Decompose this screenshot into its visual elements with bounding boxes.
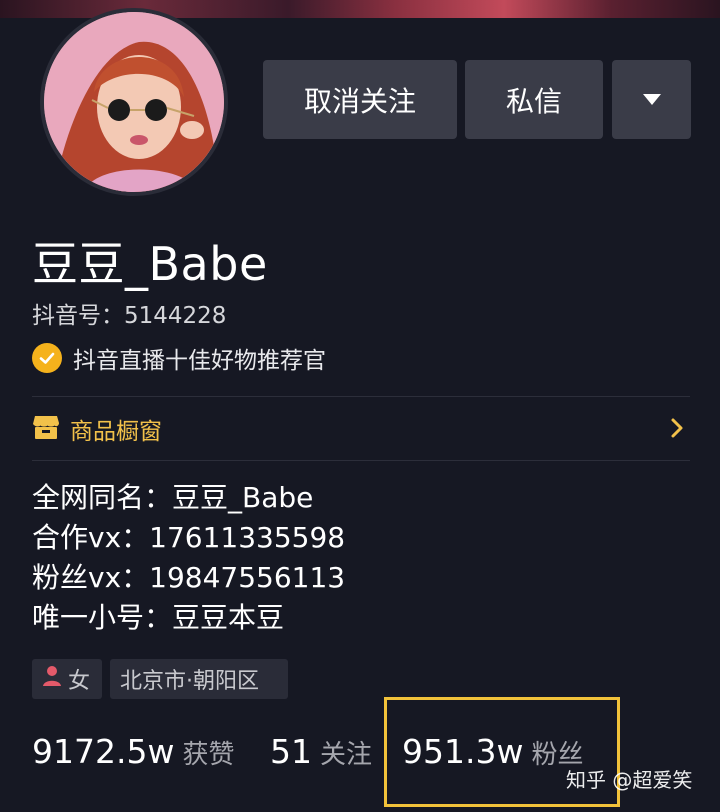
bio-line: 全网同名：豆豆_Babe bbox=[32, 481, 314, 514]
following-count: 51 bbox=[270, 732, 312, 771]
more-options-button[interactable] bbox=[612, 60, 691, 139]
douyin-id: 抖音号：5144228 bbox=[32, 303, 227, 329]
bio-line: 粉丝vx：19847556113 bbox=[32, 561, 346, 594]
message-button-label: 私信 bbox=[505, 84, 562, 118]
caret-down-icon bbox=[642, 94, 661, 105]
female-user-icon bbox=[42, 665, 62, 693]
chevron-right-icon bbox=[670, 417, 684, 443]
likes-label: 获赞 bbox=[182, 740, 235, 770]
profile-name: 豆豆_Babe bbox=[32, 237, 268, 291]
likes-stat[interactable]: 9172.5w 获赞 bbox=[32, 732, 234, 771]
likes-count: 9172.5w bbox=[32, 732, 175, 771]
gender-label: 女 bbox=[68, 669, 91, 694]
check-badge-icon bbox=[32, 343, 62, 373]
location-tag: 北京市·朝阳区 bbox=[110, 659, 288, 699]
divider bbox=[32, 460, 690, 461]
verified-badge-row: 抖音直播十佳好物推荐官 bbox=[32, 341, 326, 375]
bio-line: 合作vx：17611335598 bbox=[32, 521, 346, 554]
watermark: 知乎 @超爱笑 bbox=[566, 768, 693, 792]
unfollow-button-label: 取消关注 bbox=[303, 84, 416, 118]
shop-icon bbox=[32, 414, 60, 444]
gender-tag: 女 bbox=[32, 659, 102, 699]
divider bbox=[32, 396, 690, 397]
bio-line: 唯一小号：豆豆本豆 bbox=[32, 601, 285, 634]
shop-window-link[interactable]: 商品橱窗 bbox=[32, 398, 690, 460]
avatar-image bbox=[44, 12, 224, 192]
unfollow-button[interactable]: 取消关注 bbox=[263, 60, 457, 139]
shop-label: 商品橱窗 bbox=[70, 419, 162, 445]
following-stat[interactable]: 51 关注 bbox=[270, 732, 372, 771]
following-label: 关注 bbox=[320, 740, 373, 770]
message-button[interactable]: 私信 bbox=[465, 60, 603, 139]
avatar[interactable] bbox=[40, 8, 228, 196]
bio: 全网同名：豆豆_Babe 合作vx：17611335598 粉丝vx：19847… bbox=[32, 478, 345, 638]
verified-text: 抖音直播十佳好物推荐官 bbox=[73, 348, 326, 374]
location-label: 北京市·朝阳区 bbox=[120, 669, 259, 694]
